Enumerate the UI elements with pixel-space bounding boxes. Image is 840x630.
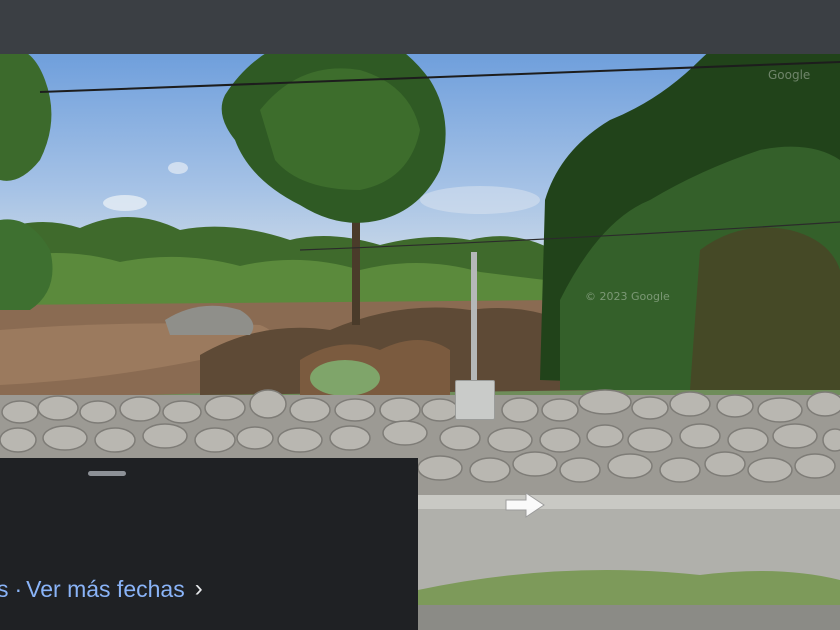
palm-shrub <box>310 360 380 396</box>
cloud <box>420 186 540 214</box>
road-edge <box>418 605 840 630</box>
chevron-right-icon: › <box>194 575 203 602</box>
date-panel <box>0 458 418 630</box>
dates-separator: · <box>14 575 23 602</box>
more-dates-label[interactable]: Ver más fechas <box>26 576 185 603</box>
curb <box>418 495 840 509</box>
dates-prefix: s <box>0 575 9 602</box>
cloud <box>103 195 147 211</box>
more-dates-link[interactable]: s · Ver más fechas › <box>0 574 203 604</box>
top-bar <box>0 0 840 54</box>
street-pole <box>471 252 477 380</box>
navigation-arrow-icon[interactable] <box>502 490 548 525</box>
cloud <box>168 162 188 174</box>
copyright-watermark: © 2023 Google <box>585 290 670 303</box>
right-vegetation <box>690 227 840 390</box>
wall-sign <box>455 380 495 420</box>
drag-handle[interactable] <box>88 471 126 476</box>
google-watermark: Google <box>768 68 811 82</box>
